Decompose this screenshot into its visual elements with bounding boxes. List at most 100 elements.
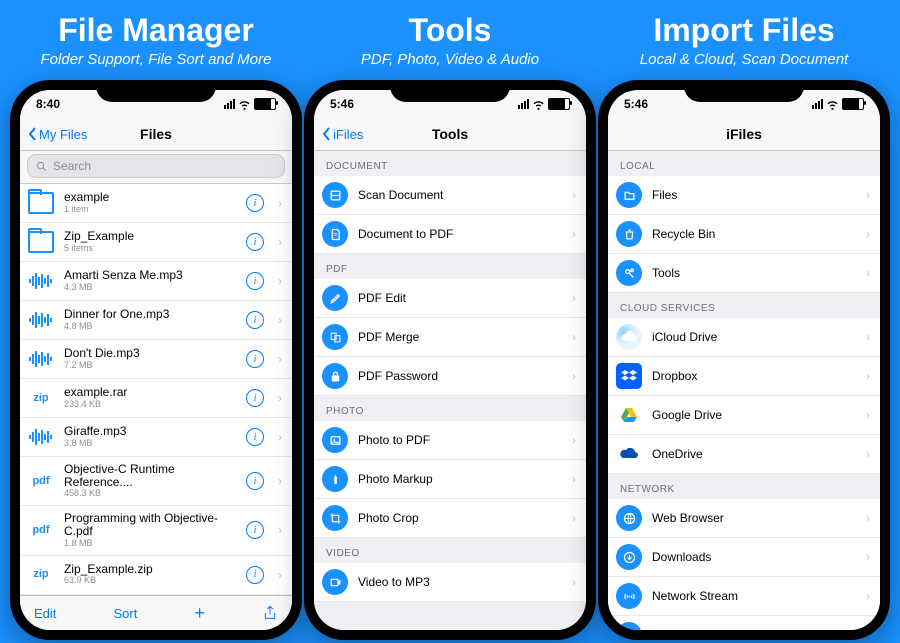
group-header: PHOTO bbox=[314, 396, 586, 421]
chevron-right-icon: › bbox=[278, 352, 282, 366]
info-icon[interactable]: i bbox=[246, 428, 264, 446]
audio-icon bbox=[28, 424, 54, 450]
tools-icon bbox=[616, 260, 642, 286]
notch bbox=[684, 80, 804, 102]
file-row[interactable]: Dinner for One.mp34.8 MBi› bbox=[20, 301, 292, 340]
info-icon[interactable]: i bbox=[246, 566, 264, 584]
info-icon[interactable]: i bbox=[246, 472, 264, 490]
status-right bbox=[812, 98, 864, 111]
item-label: Document to PDF bbox=[358, 227, 562, 241]
panel-tools: Tools PDF, Photo, Video & Audio 5:46 iFi… bbox=[308, 0, 592, 640]
item-label: OneDrive bbox=[652, 447, 856, 461]
file-row[interactable]: Don't Die.mp37.2 MB i › bbox=[20, 340, 292, 379]
chevron-left-icon bbox=[322, 127, 331, 141]
battery-icon bbox=[254, 98, 276, 110]
list-item[interactable]: Wi-Fi Transfer› bbox=[608, 616, 880, 630]
info-icon[interactable]: i bbox=[246, 233, 264, 251]
info-icon[interactable]: i bbox=[246, 272, 264, 290]
wifi-icon bbox=[616, 622, 642, 630]
list-item[interactable]: Photo Crop › bbox=[314, 499, 586, 538]
battery-icon bbox=[842, 98, 864, 110]
chevron-right-icon: › bbox=[572, 472, 576, 486]
file-row[interactable]: Giraffe.mp33.8 MBi› bbox=[20, 418, 292, 457]
share-icon[interactable] bbox=[262, 604, 278, 622]
file-label: Don't Die.mp37.2 MB bbox=[64, 347, 236, 370]
wifi-icon bbox=[238, 98, 251, 111]
phone-frame: 8:40 My Files Files bbox=[10, 80, 302, 640]
edit-button[interactable]: Edit bbox=[34, 606, 56, 621]
list-item[interactable]: Files› bbox=[608, 176, 880, 215]
tools-list[interactable]: DOCUMENTScan Document›Document to PDF›PD… bbox=[314, 151, 586, 630]
photo-icon bbox=[322, 427, 348, 453]
screen: 8:40 My Files Files bbox=[20, 90, 292, 630]
list-item[interactable]: Dropbox › bbox=[608, 357, 880, 396]
pdf-icon: pdf bbox=[28, 517, 54, 543]
lock-icon bbox=[322, 363, 348, 389]
list-item[interactable]: Video to MP3 › bbox=[314, 563, 586, 602]
chevron-right-icon: › bbox=[866, 266, 870, 280]
list-item[interactable]: PDF Password› bbox=[314, 357, 586, 396]
search-wrap: Search bbox=[20, 151, 292, 184]
markup-icon bbox=[322, 466, 348, 492]
list-item[interactable]: Scan Document› bbox=[314, 176, 586, 215]
info-icon[interactable]: i bbox=[246, 350, 264, 368]
info-icon[interactable]: i bbox=[246, 521, 264, 539]
nav-bar: My Files Files bbox=[20, 118, 292, 151]
list-item[interactable]: Network Stream› bbox=[608, 577, 880, 616]
add-button[interactable]: + bbox=[194, 603, 205, 624]
file-label: Objective-C Runtime Reference....458.3 K… bbox=[64, 463, 236, 499]
status-time: 5:46 bbox=[624, 97, 648, 111]
file-row[interactable]: Zip_Example5 itemsi› bbox=[20, 223, 292, 262]
chevron-right-icon: › bbox=[866, 369, 870, 383]
info-icon[interactable]: i bbox=[246, 389, 264, 407]
list-item[interactable]: Document to PDF› bbox=[314, 215, 586, 254]
list-item[interactable]: PDF Edit› bbox=[314, 279, 586, 318]
list-item[interactable]: Downloads› bbox=[608, 538, 880, 577]
file-row[interactable]: pdfObjective-C Runtime Reference....458.… bbox=[20, 457, 292, 506]
list-item[interactable]: Photo Markup› bbox=[314, 460, 586, 499]
item-label: Dropbox bbox=[652, 369, 856, 383]
panel-subtitle: Local & Cloud, Scan Document bbox=[640, 51, 848, 68]
list-item[interactable]: OneDrive› bbox=[608, 435, 880, 474]
list-item[interactable]: Tools› bbox=[608, 254, 880, 293]
download-icon bbox=[616, 544, 642, 570]
nav-bar: iFiles bbox=[608, 118, 880, 151]
status-time: 8:40 bbox=[36, 97, 60, 111]
list-item[interactable]: PDF Merge› bbox=[314, 318, 586, 357]
file-row[interactable]: example1 itemi› bbox=[20, 184, 292, 223]
list-item[interactable]: Photo to PDF› bbox=[314, 421, 586, 460]
crop-icon bbox=[322, 505, 348, 531]
gdrive-icon bbox=[616, 402, 642, 428]
info-icon[interactable]: i bbox=[246, 311, 264, 329]
file-label: Giraffe.mp33.8 MB bbox=[64, 425, 236, 448]
back-button[interactable]: iFiles bbox=[322, 127, 363, 142]
edit-icon bbox=[322, 285, 348, 311]
panel-import: Import Files Local & Cloud, Scan Documen… bbox=[602, 0, 886, 640]
item-label: Web Browser bbox=[652, 511, 856, 525]
list-item[interactable]: Web Browser› bbox=[608, 499, 880, 538]
list-item[interactable]: Google Drive› bbox=[608, 396, 880, 435]
item-label: Video to MP3 bbox=[358, 575, 562, 589]
info-icon[interactable]: i bbox=[246, 194, 264, 212]
chevron-right-icon: › bbox=[278, 274, 282, 288]
file-row[interactable]: zipexample.rar233.4 KBi› bbox=[20, 379, 292, 418]
item-label: Photo Crop bbox=[358, 511, 562, 525]
chevron-left-icon bbox=[28, 127, 37, 141]
file-row[interactable]: Amarti Senza Me.mp34.3 MBi› bbox=[20, 262, 292, 301]
file-row[interactable]: zipZip_Example.zip63.9 KBi› bbox=[20, 556, 292, 595]
back-button[interactable]: My Files bbox=[28, 127, 87, 142]
file-row[interactable]: pdfProgramming with Objective-C.pdf1.8 M… bbox=[20, 506, 292, 555]
group-header: CLOUD SERVICES bbox=[608, 293, 880, 318]
list-item[interactable]: iCloud Drive› bbox=[608, 318, 880, 357]
screen: 5:46 iFiles LOCALFiles›Recycle Bin›Tools… bbox=[608, 90, 880, 630]
chevron-right-icon: › bbox=[572, 575, 576, 589]
chevron-right-icon: › bbox=[572, 511, 576, 525]
group-header: VIDEO bbox=[314, 538, 586, 563]
list-item[interactable]: Recycle Bin› bbox=[608, 215, 880, 254]
audio-icon bbox=[28, 307, 54, 333]
search-input[interactable]: Search bbox=[28, 155, 284, 177]
import-list[interactable]: LOCALFiles›Recycle Bin›Tools›CLOUD SERVI… bbox=[608, 151, 880, 630]
group-header: LOCAL bbox=[608, 151, 880, 176]
sort-button[interactable]: Sort bbox=[113, 606, 137, 621]
files-list[interactable]: example1 itemi›Zip_Example5 itemsi›Amart… bbox=[20, 184, 292, 598]
